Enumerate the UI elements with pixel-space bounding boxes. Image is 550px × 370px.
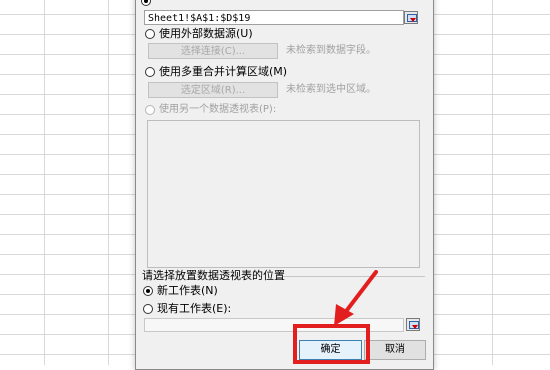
multi-range-label: 使用多重合并计算区域(M) xyxy=(159,65,288,78)
external-source-label: 使用外部数据源(U) xyxy=(159,27,253,40)
range-input[interactable]: Sheet1!$A$1:$D$19 xyxy=(144,10,404,25)
pivot-list-box[interactable] xyxy=(147,120,420,268)
other-pivot-radio[interactable] xyxy=(145,105,155,115)
destination-picker-arrow-icon xyxy=(412,325,418,329)
red-arrow-annotation xyxy=(334,270,378,326)
cancel-button[interactable]: 取消 xyxy=(364,340,426,360)
new-sheet-radio[interactable] xyxy=(143,286,153,296)
existing-sheet-label: 现有工作表(E): xyxy=(157,302,232,315)
selected-area-button[interactable]: 选定区域(R)... xyxy=(148,82,278,98)
range-picker-arrow-icon xyxy=(410,18,416,22)
range-picker-icon[interactable] xyxy=(404,11,418,24)
placement-group-title: 请选择放置数据透视表的位置 xyxy=(142,269,285,282)
no-fields-text: 未检索到数据字段。 xyxy=(286,45,376,56)
new-sheet-label: 新工作表(N) xyxy=(157,284,218,297)
external-source-radio[interactable] xyxy=(145,29,155,39)
no-area-text: 未检索到选中区域。 xyxy=(286,84,376,95)
destination-picker-icon[interactable] xyxy=(406,318,420,331)
existing-sheet-radio[interactable] xyxy=(143,304,153,314)
multi-range-radio[interactable] xyxy=(145,67,155,77)
other-pivot-label: 使用另一个数据透视表(P): xyxy=(159,104,277,115)
choose-connection-button[interactable]: 选择连接(C)... xyxy=(148,43,278,59)
